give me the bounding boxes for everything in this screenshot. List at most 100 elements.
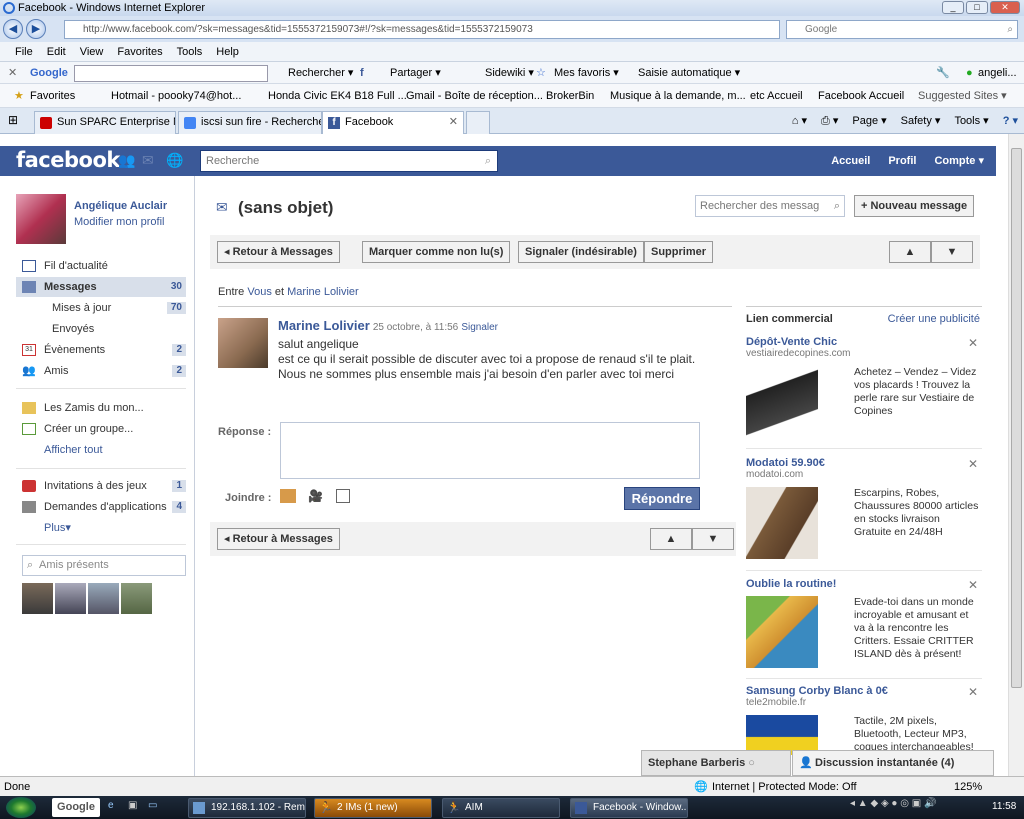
nav-accueil[interactable]: Accueil: [831, 146, 870, 176]
close-ad-icon[interactable]: ✕: [968, 685, 978, 699]
google-account[interactable]: angeli...: [978, 62, 1017, 84]
profile-avatar[interactable]: [16, 194, 66, 244]
menu-view[interactable]: View: [73, 42, 111, 61]
sender-avatar[interactable]: [218, 318, 268, 368]
print-icon[interactable]: ⎙ ▾: [821, 111, 838, 131]
fav-musique[interactable]: Musique à la demande, m...: [610, 84, 746, 107]
reply-button[interactable]: Répondre: [624, 487, 700, 510]
fav-suggested[interactable]: Suggested Sites ▾: [918, 84, 1007, 107]
google-search-input[interactable]: [74, 65, 268, 82]
tab-facebook[interactable]: f Facebook ✕: [322, 111, 464, 134]
next-thread-bottom-button[interactable]: ▼: [692, 528, 734, 550]
address-bar[interactable]: http://www.facebook.com/?sk=messages&tid…: [64, 20, 780, 39]
fav-facebook[interactable]: Facebook Accueil: [818, 84, 904, 107]
ad-critter-island[interactable]: Oublie la routine! ✕ Evade-toi dans un m…: [746, 578, 982, 690]
fav-gmail[interactable]: Gmail - Boîte de réception...: [406, 84, 543, 107]
menu-help[interactable]: Help: [209, 42, 246, 61]
edit-profile-link[interactable]: Modifier mon profil: [74, 216, 164, 228]
report-spam-button[interactable]: Signaler (indésirable): [518, 241, 644, 263]
help-icon[interactable]: ? ▾: [1003, 111, 1018, 131]
fb-search-input[interactable]: Recherche ⌕: [200, 150, 498, 172]
facebook-logo[interactable]: facebook: [16, 148, 120, 172]
delete-button[interactable]: Supprimer: [644, 241, 714, 263]
friend-avatar[interactable]: [121, 583, 152, 614]
fav-brokerbin[interactable]: BrokerBin: [546, 84, 594, 107]
sidebar-item-sent[interactable]: Envoyés: [16, 319, 186, 339]
reply-textarea[interactable]: [280, 422, 700, 479]
show-desktop-icon[interactable]: ▭: [148, 800, 157, 811]
ie-search-input[interactable]: Google ⌕: [786, 20, 1018, 39]
show-all-link[interactable]: Afficher tout: [16, 440, 186, 460]
toolbar-saisie[interactable]: Saisie automatique ▾: [638, 62, 740, 84]
friend-avatar[interactable]: [88, 583, 119, 614]
nav-profil[interactable]: Profil: [888, 146, 916, 176]
attach-video-icon[interactable]: 🎥: [308, 489, 323, 503]
toolbar-rechercher[interactable]: Rechercher ▾: [288, 62, 353, 84]
page-menu[interactable]: Page ▾: [852, 111, 886, 131]
message-search-input[interactable]: Rechercher des messag ⌕: [695, 195, 845, 217]
more-link[interactable]: Plus▾: [16, 518, 186, 538]
ad-image[interactable]: [746, 487, 818, 559]
ad-image[interactable]: [746, 596, 818, 668]
new-message-button[interactable]: + Nouveau message: [854, 195, 975, 217]
close-toolbar-icon[interactable]: ✕: [8, 62, 17, 84]
tools-menu[interactable]: Tools ▾: [954, 111, 988, 131]
friend-avatar[interactable]: [55, 583, 86, 614]
create-ad-link[interactable]: Créer une publicité: [888, 313, 980, 325]
task-aim[interactable]: 🏃 AIM: [442, 798, 560, 818]
sidebar-item-create-group[interactable]: Créer un groupe...: [16, 419, 186, 439]
sidebar-item-app-requests[interactable]: Demandes d'applications 4: [16, 497, 186, 517]
menu-tools[interactable]: Tools: [170, 42, 210, 61]
quicklaunch-icon[interactable]: ▣: [128, 800, 137, 811]
fav-honda[interactable]: Honda Civic EK4 B18 Full ...: [268, 84, 407, 107]
minimize-button[interactable]: _: [942, 1, 964, 14]
chat-tab-stephane[interactable]: Stephane Barberis ○: [641, 750, 791, 776]
close-ad-icon[interactable]: ✕: [968, 578, 978, 592]
sidebar-item-game-invites[interactable]: Invitations à des jeux 1: [16, 476, 186, 496]
ad-image[interactable]: [746, 366, 818, 438]
tray-icons[interactable]: ◂ ▲ ◆ ◈ ● ◎ ▣ 🔊: [850, 798, 936, 809]
messages-icon[interactable]: ✉: [142, 152, 154, 169]
sidebar-item-friends[interactable]: 👥 Amis 2: [16, 361, 186, 381]
close-ad-icon[interactable]: ✕: [968, 457, 978, 471]
start-button[interactable]: [6, 797, 36, 818]
ad-title[interactable]: Modatoi 59.90€: [746, 457, 982, 469]
task-remote-desktop[interactable]: 192.168.1.102 - Rem...: [188, 798, 306, 818]
friend-avatar[interactable]: [22, 583, 53, 614]
participant-you[interactable]: Vous: [247, 286, 271, 298]
report-message-link[interactable]: Signaler: [461, 322, 498, 333]
nav-compte[interactable]: Compte ▾: [934, 146, 984, 176]
ad-vestiaire[interactable]: Dépôt-Vente Chic vestiairedecopines.com …: [746, 336, 982, 448]
tab-iscsi[interactable]: iscsi sun fire - Recherche G...: [178, 111, 322, 134]
wrench-icon[interactable]: 🔧: [936, 62, 950, 84]
ad-samsung[interactable]: Samsung Corby Blanc à 0€ tele2mobile.fr …: [746, 685, 982, 755]
page-scrollbar[interactable]: [1008, 134, 1024, 776]
ad-title[interactable]: Dépôt-Vente Chic: [746, 336, 982, 348]
back-to-messages-button[interactable]: ◂ Retour à Messages: [217, 241, 340, 263]
search-icon[interactable]: ⌕: [829, 196, 840, 216]
previous-thread-bottom-button[interactable]: ▲: [650, 528, 692, 550]
chat-toggle[interactable]: 👤 Discussion instantanée (4): [792, 750, 994, 776]
ad-title[interactable]: Samsung Corby Blanc à 0€: [746, 685, 982, 697]
attach-photo-icon[interactable]: [280, 489, 296, 503]
message-author[interactable]: Marine Lolivier: [278, 318, 370, 333]
safety-menu[interactable]: Safety ▾: [901, 111, 941, 131]
sidebar-item-news-feed[interactable]: Fil d'actualité: [16, 256, 186, 276]
sidebar-item-group-zamis[interactable]: Les Zamis du mon...: [16, 398, 186, 418]
toolbar-favoris[interactable]: Mes favoris ▾: [554, 62, 619, 84]
attach-link-icon[interactable]: [336, 489, 350, 503]
sidebar-item-events[interactable]: 31 Évènements 2: [16, 340, 186, 360]
fav-hotmail[interactable]: Hotmail - poooky74@hot...: [111, 84, 241, 107]
search-icon[interactable]: ⌕: [1007, 21, 1013, 38]
menu-favorites[interactable]: Favorites: [110, 42, 169, 61]
online-friends-search[interactable]: ⌕ Amis présents: [22, 555, 186, 576]
toolbar-partager[interactable]: Partager ▾: [390, 62, 441, 84]
new-tab-button[interactable]: [466, 111, 490, 134]
participant-marine[interactable]: Marine Lolivier: [287, 286, 359, 298]
close-tab-icon[interactable]: ✕: [449, 112, 458, 133]
forward-button[interactable]: ▶: [26, 19, 46, 39]
security-zone[interactable]: Internet | Protected Mode: Off: [712, 777, 857, 797]
scrollbar-thumb[interactable]: [1011, 148, 1022, 688]
google-taskbar-search[interactable]: Google: [52, 798, 100, 817]
menu-edit[interactable]: Edit: [40, 42, 73, 61]
